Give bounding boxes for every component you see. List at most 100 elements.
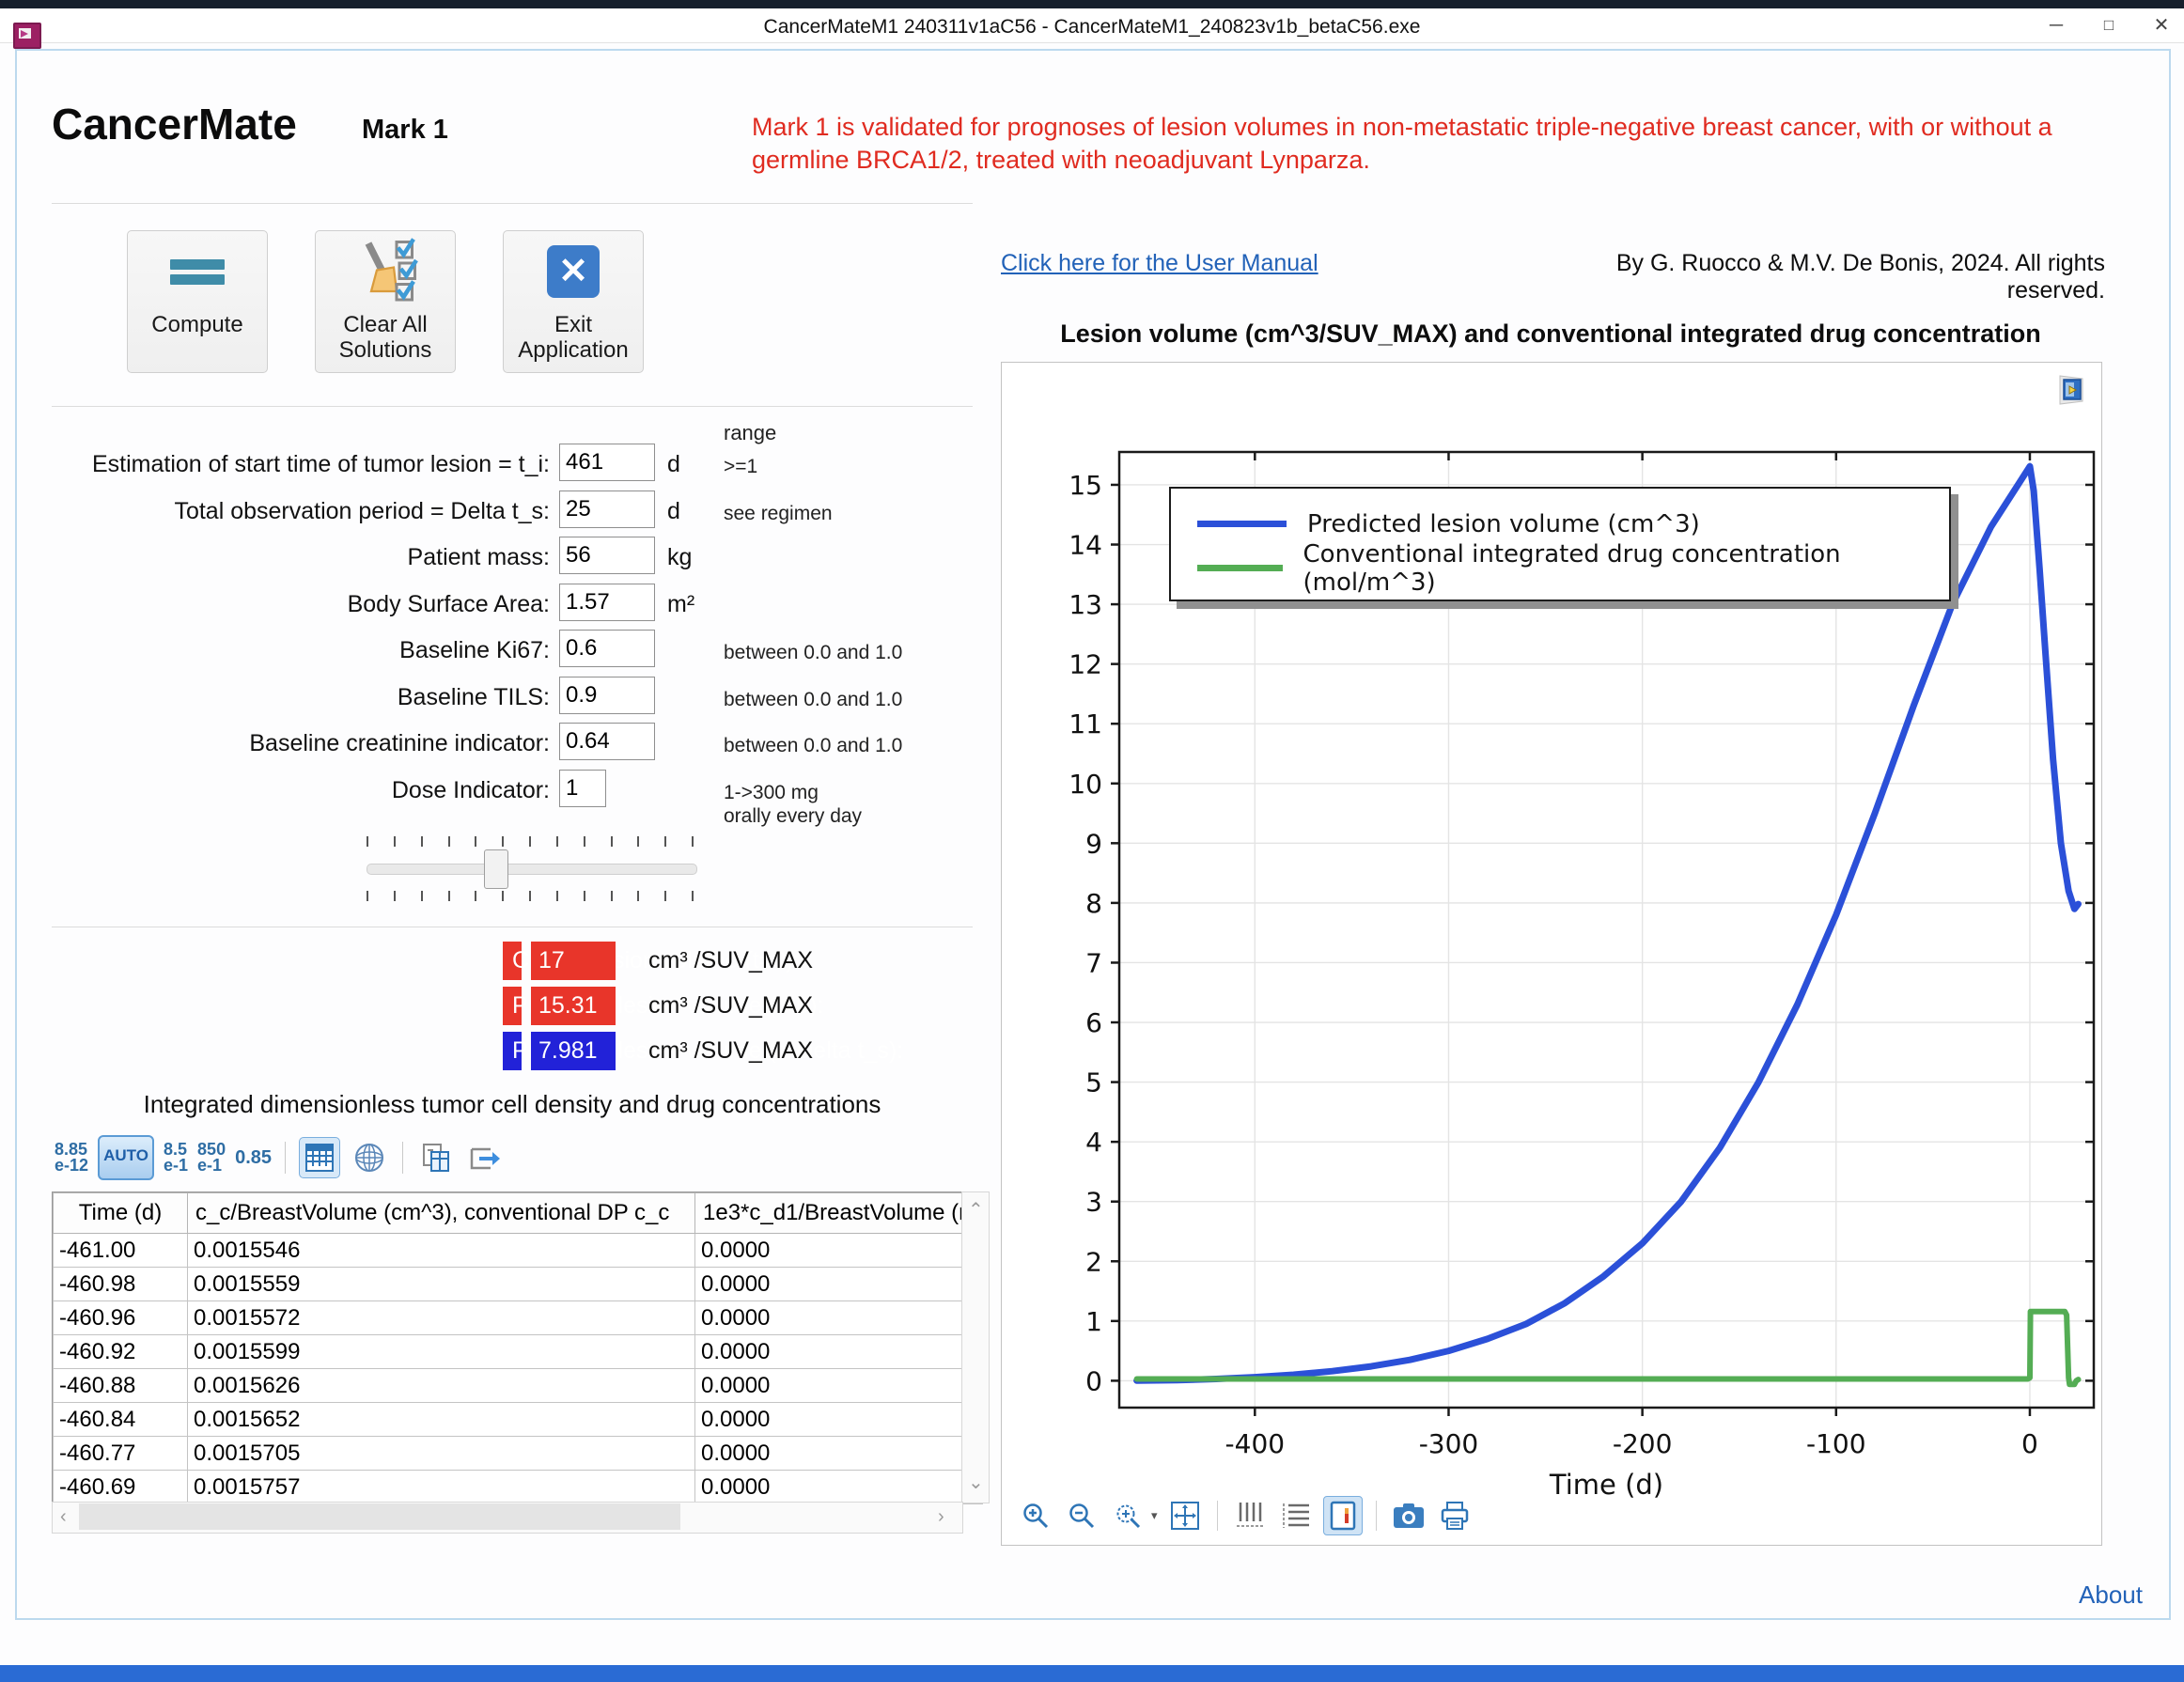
field-input-4[interactable] xyxy=(559,584,655,621)
precision-850e-1-button[interactable]: 850e-1 xyxy=(197,1142,226,1174)
y-grid-icon[interactable] xyxy=(1277,1497,1315,1534)
y-tick-label: 12 xyxy=(1069,649,1102,680)
result-value[interactable]: 15.31 xyxy=(531,987,616,1025)
scroll-down-icon[interactable]: ⌄ xyxy=(968,1471,984,1494)
table-cell[interactable]: 0.0000 xyxy=(695,1335,983,1369)
table-row[interactable]: -460.920.00155990.0000 xyxy=(54,1335,983,1369)
field-input-8[interactable] xyxy=(559,770,606,807)
field-input-7[interactable] xyxy=(559,723,655,760)
slider-tick xyxy=(502,836,504,847)
scrollbar-thumb[interactable] xyxy=(79,1503,680,1530)
table-cell[interactable]: 0.0015599 xyxy=(188,1335,695,1369)
result-unit: cm³ /SUV_MAX xyxy=(648,1037,813,1065)
slider-tick xyxy=(529,836,531,847)
table-cell[interactable]: 0.0000 xyxy=(695,1301,983,1335)
dose-indicator-slider[interactable] xyxy=(367,834,695,902)
table-cell[interactable]: 0.0000 xyxy=(695,1234,983,1268)
precision-8p5e-1-button[interactable]: 8.5e-1 xyxy=(164,1142,188,1174)
x-grid-icon[interactable] xyxy=(1231,1497,1269,1534)
result-value[interactable]: 7.981 xyxy=(531,1032,616,1070)
zoom-box-icon[interactable] xyxy=(1109,1497,1147,1534)
y-tick-label: 2 xyxy=(1085,1246,1102,1277)
table-cell[interactable]: 0.0000 xyxy=(695,1268,983,1301)
table-cell[interactable]: -460.77 xyxy=(54,1437,188,1471)
table-cell[interactable]: 0.0015626 xyxy=(188,1369,695,1403)
field-range-note: between 0.0 and 1.0 xyxy=(724,641,902,664)
result-value[interactable]: 17 xyxy=(531,942,616,980)
copy-table-icon[interactable] xyxy=(416,1138,456,1177)
table-cell[interactable]: -460.84 xyxy=(54,1403,188,1437)
table-cell[interactable]: 0.0000 xyxy=(695,1369,983,1403)
table-cell[interactable]: 0.0000 xyxy=(695,1437,983,1471)
table-row[interactable]: -460.840.00156520.0000 xyxy=(54,1403,983,1437)
column-header[interactable]: c_c/BreastVolume (cm^3), conventional DP… xyxy=(188,1193,695,1234)
separator xyxy=(52,203,973,204)
table-cell[interactable]: 0.0015546 xyxy=(188,1234,695,1268)
slider-tick xyxy=(611,891,613,901)
table-row[interactable]: -460.770.00157050.0000 xyxy=(54,1437,983,1471)
zoom-out-icon[interactable] xyxy=(1063,1497,1100,1534)
scroll-right-icon[interactable]: › xyxy=(938,1506,944,1528)
column-header[interactable]: 1e3*c_d1/BreastVolume (mo xyxy=(695,1193,983,1234)
precision-8p85e-12-button[interactable]: 8.85e-12 xyxy=(55,1142,88,1174)
table-cell[interactable]: -461.00 xyxy=(54,1234,188,1268)
sphere-plot-icon[interactable] xyxy=(350,1138,389,1177)
close-button[interactable]: ✕ xyxy=(2141,13,2182,38)
table-cell[interactable]: 0.0015652 xyxy=(188,1403,695,1437)
minimize-button[interactable]: ─ xyxy=(2036,13,2077,38)
plot-window-icon[interactable] xyxy=(2054,374,2088,406)
column-header[interactable]: Time (d) xyxy=(54,1193,188,1234)
table-cell[interactable]: -460.98 xyxy=(54,1268,188,1301)
slider-tick xyxy=(448,891,450,901)
y-tick-label: 9 xyxy=(1085,828,1102,859)
table-cell[interactable]: 0.0015559 xyxy=(188,1268,695,1301)
snapshot-camera-icon[interactable] xyxy=(1390,1497,1427,1534)
user-manual-link[interactable]: Click here for the User Manual xyxy=(1001,250,1318,277)
compute-button[interactable]: Compute xyxy=(127,230,268,373)
auto-precision-button[interactable]: AUTO xyxy=(98,1135,154,1180)
legend-line-green xyxy=(1197,565,1283,571)
field-input-2[interactable] xyxy=(559,491,655,528)
table-cell[interactable]: 0.0000 xyxy=(695,1403,983,1437)
slider-handle[interactable] xyxy=(484,849,508,889)
results-section: Clinical lesion volume (t=0):17cm³ /SUV_… xyxy=(0,942,973,1082)
about-link[interactable]: About xyxy=(1973,1581,2143,1610)
scroll-left-icon[interactable]: ‹ xyxy=(60,1506,67,1528)
data-table[interactable]: Time (d)c_c/BreastVolume (cm^3), convent… xyxy=(53,1192,983,1504)
table-row[interactable]: -461.000.00155460.0000 xyxy=(54,1234,983,1268)
field-input-1[interactable] xyxy=(559,444,655,481)
export-table-icon[interactable] xyxy=(465,1138,505,1177)
print-icon[interactable] xyxy=(1436,1497,1474,1534)
zoom-box-dropdown-icon[interactable]: ▾ xyxy=(1151,1508,1158,1523)
slider-track[interactable] xyxy=(367,864,697,875)
table-row[interactable]: -460.960.00155720.0000 xyxy=(54,1301,983,1335)
table-row[interactable]: -460.690.00157570.0000 xyxy=(54,1471,983,1504)
table-cell[interactable]: -460.92 xyxy=(54,1335,188,1369)
field-input-5[interactable] xyxy=(559,630,655,667)
axis-limits-icon[interactable] xyxy=(1323,1496,1363,1535)
table-cell[interactable]: 0.0015572 xyxy=(188,1301,695,1335)
results-data-table[interactable]: Time (d)c_c/BreastVolume (cm^3), convent… xyxy=(52,1191,963,1505)
table-cell[interactable]: 0.0000 xyxy=(695,1471,983,1504)
table-row[interactable]: -460.980.00155590.0000 xyxy=(54,1268,983,1301)
field-input-3[interactable] xyxy=(559,537,655,574)
table-vertical-scrollbar[interactable]: ⌃ ⌄ xyxy=(961,1191,990,1503)
table-cell[interactable]: -460.69 xyxy=(54,1471,188,1504)
clear-all-solutions-button[interactable]: Clear All Solutions xyxy=(315,230,456,373)
zoom-extents-icon[interactable] xyxy=(1166,1497,1204,1534)
scroll-up-icon[interactable]: ⌃ xyxy=(968,1198,984,1222)
table-horizontal-scrollbar[interactable]: ‹ › xyxy=(52,1502,963,1534)
precision-0p85-button[interactable]: 0.85 xyxy=(235,1150,272,1166)
zoom-in-icon[interactable] xyxy=(1017,1497,1054,1534)
table-cell[interactable]: 0.0015757 xyxy=(188,1471,695,1504)
full-precision-table-icon[interactable] xyxy=(299,1137,340,1178)
table-cell[interactable]: 0.0015705 xyxy=(188,1437,695,1471)
table-cell[interactable]: -460.96 xyxy=(54,1301,188,1335)
separator xyxy=(52,406,973,407)
exit-application-button[interactable]: ✕ Exit Application xyxy=(503,230,644,373)
slider-tick xyxy=(448,836,450,847)
field-input-6[interactable] xyxy=(559,677,655,714)
maximize-button[interactable]: □ xyxy=(2088,13,2129,38)
table-cell[interactable]: -460.88 xyxy=(54,1369,188,1403)
table-row[interactable]: -460.880.00156260.0000 xyxy=(54,1369,983,1403)
